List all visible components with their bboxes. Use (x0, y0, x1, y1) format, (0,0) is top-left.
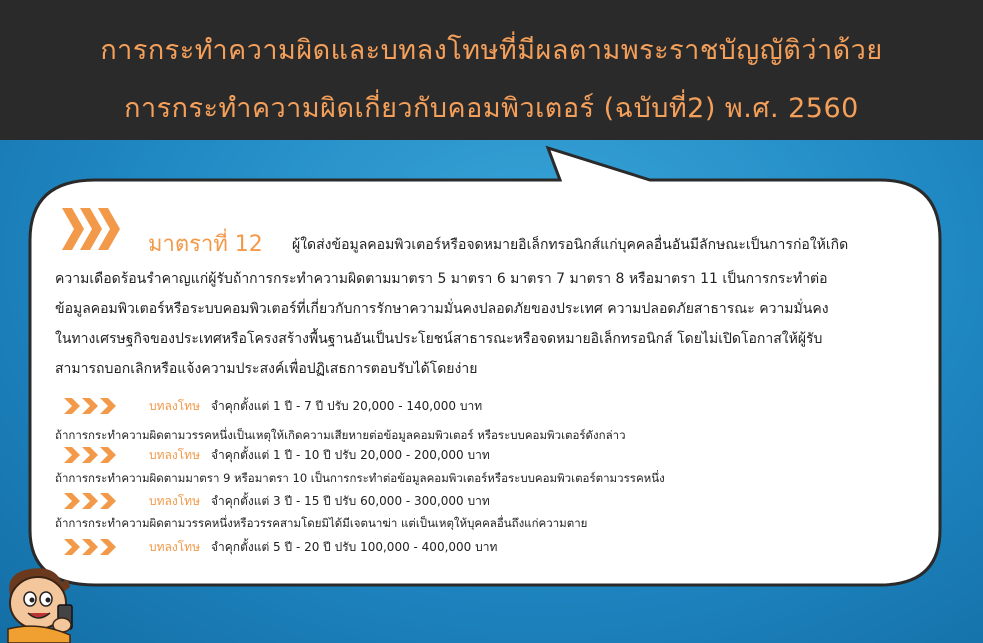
penalty-label: บทลงโทษ (149, 540, 201, 554)
page-title-line1: การกระทำความผิดและบทลงโทษที่มีผลตามพระรา… (100, 35, 883, 66)
triple-chevron-right-icon (62, 208, 124, 250)
penalty-text: จำคุกตั้งแต่ 1 ปี - 7 ปี ปรับ 20,000 - 1… (211, 399, 483, 413)
condition-line: ถ้าการกระทำความผิดตามมาตรา 9 หรือมาตรา 1… (55, 471, 665, 485)
triple-chevron-right-icon (64, 539, 118, 559)
paragraph-line: สามารถบอกเลิกหรือแจ้งความประสงค์เพื่อปฏิ… (55, 361, 478, 377)
penalty-label: บทลงโทษ (149, 494, 201, 508)
boy-with-phone-icon (0, 565, 90, 643)
triple-chevron-right-icon (64, 447, 118, 467)
section-title: มาตราที่ 12 (148, 232, 263, 257)
penalty-text: จำคุกตั้งแต่ 1 ปี - 10 ปี ปรับ 20,000 - … (211, 448, 490, 462)
paragraph-line: ในทางเศรษฐกิจของประเทศหรือโครงสร้างพื้นฐ… (55, 331, 823, 347)
penalty-label: บทลงโทษ (149, 448, 201, 462)
page-title-line2: การกระทำความผิดเกี่ยวกับคอมพิวเตอร์ (ฉบั… (124, 93, 859, 124)
title-banner: การกระทำความผิดและบทลงโทษที่มีผลตามพระรา… (0, 0, 983, 140)
penalty-label: บทลงโทษ (149, 399, 201, 413)
triple-chevron-right-icon (64, 398, 118, 418)
section-first-line: ผู้ใดส่งข้อมูลคอมพิวเตอร์หรือจดหมายอิเล็… (292, 237, 849, 253)
penalty-text: จำคุกตั้งแต่ 5 ปี - 20 ปี ปรับ 100,000 -… (211, 540, 498, 554)
condition-line: ถ้าการกระทำความผิดตามวรรคหนึ่งเป็นเหตุให… (55, 428, 626, 442)
paragraph-line: ข้อมูลคอมพิวเตอร์หรือระบบคอมพิวเตอร์ที่เ… (55, 301, 829, 317)
penalty-text: จำคุกตั้งแต่ 3 ปี - 15 ปี ปรับ 60,000 - … (211, 494, 490, 508)
triple-chevron-right-icon (64, 493, 118, 513)
paragraph-line: ความเดือดร้อนรำคาญแก่ผู้รับถ้าการกระทำคว… (55, 271, 828, 287)
condition-line: ถ้าการกระทำความผิดตามวรรคหนึ่งหรือวรรคสา… (55, 516, 588, 530)
